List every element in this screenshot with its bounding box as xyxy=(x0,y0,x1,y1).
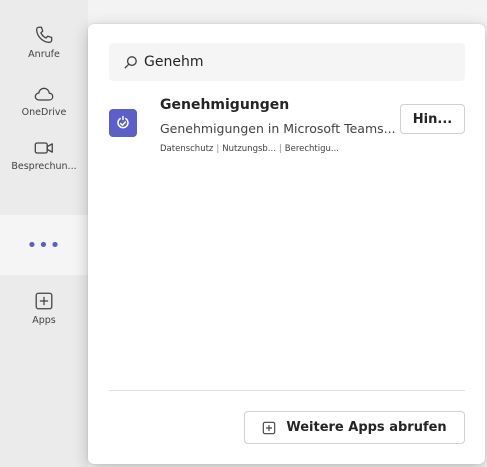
app-result-row[interactable]: Genehmigungen Genehmigungen in Microsoft… xyxy=(109,95,465,165)
privacy-link[interactable]: Datenschutz xyxy=(160,144,213,154)
get-more-apps-label: Weitere Apps abrufen xyxy=(286,420,447,435)
rail-item-meetings[interactable]: Besprechun... xyxy=(0,138,88,172)
permissions-link[interactable]: Berechtigu... xyxy=(285,144,339,154)
rail-item-label: OneDrive xyxy=(21,107,67,118)
approvals-icon xyxy=(117,115,129,129)
add-app-button[interactable]: Hin... xyxy=(400,104,465,134)
link-separator: | xyxy=(278,144,282,154)
more-icon: ••• xyxy=(26,234,62,256)
rail-item-calls[interactable]: Anrufe xyxy=(0,24,88,60)
rail-item-label: Besprechun... xyxy=(11,161,77,172)
rail-item-onedrive[interactable]: OneDrive xyxy=(0,84,88,118)
search-input[interactable] xyxy=(144,54,444,70)
divider xyxy=(109,390,465,391)
approvals-app-icon xyxy=(109,109,137,137)
terms-link[interactable]: Nutzungsb... xyxy=(222,144,276,154)
app-title[interactable]: Genehmigungen xyxy=(160,97,289,113)
app-search-box[interactable] xyxy=(109,43,465,81)
link-separator: | xyxy=(216,144,220,154)
apps-flyout-panel: Genehmigungen Genehmigungen in Microsoft… xyxy=(88,24,485,464)
cloud-icon xyxy=(34,87,54,101)
app-description: Genehmigungen in Microsoft Teams... xyxy=(160,121,396,136)
rail-item-label: Apps xyxy=(32,315,56,326)
get-more-apps-button[interactable]: Weitere Apps abrufen xyxy=(244,411,465,444)
video-camera-icon xyxy=(34,142,53,154)
app-rail: Anrufe OneDrive Besprechun... ••• Apps xyxy=(0,0,88,467)
search-icon xyxy=(124,55,137,69)
add-square-icon xyxy=(263,421,276,434)
app-links: Datenschutz | Nutzungsb... | Berechtigu.… xyxy=(160,144,339,154)
rail-item-apps[interactable]: Apps xyxy=(0,290,88,326)
rail-item-label: Anrufe xyxy=(28,49,60,60)
add-square-icon xyxy=(35,292,53,310)
more-apps-button[interactable]: ••• xyxy=(0,215,88,275)
phone-icon xyxy=(36,26,53,43)
